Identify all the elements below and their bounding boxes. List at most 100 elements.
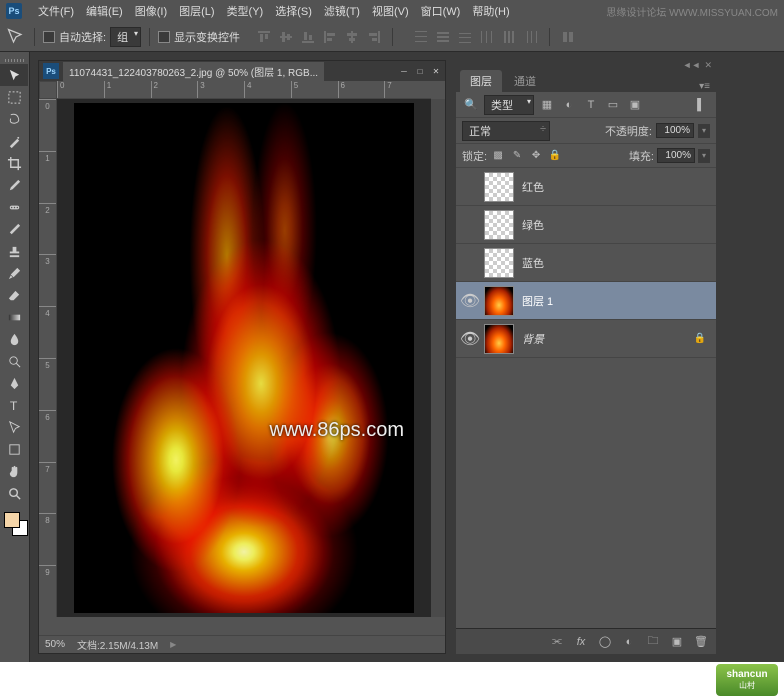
filter-toggle-icon[interactable]: ▌ (692, 96, 710, 114)
layer-name[interactable]: 图层 1 (522, 293, 553, 309)
filter-pixel-icon[interactable]: ▦ (538, 96, 556, 114)
canvas[interactable]: www.86ps.com (74, 103, 414, 613)
visibility-toggle[interactable]: 👁 (460, 291, 480, 311)
type-tool[interactable]: T (0, 394, 28, 416)
dist-hcenter-icon[interactable] (499, 27, 519, 47)
history-brush-tool[interactable] (0, 262, 28, 284)
crop-tool[interactable] (0, 152, 28, 174)
dist-left-icon[interactable] (477, 27, 497, 47)
lock-all-icon[interactable]: 🔒 (547, 148, 563, 164)
move-tool-preset-icon[interactable] (6, 27, 26, 47)
dist-top-icon[interactable] (411, 27, 431, 47)
gradient-tool[interactable] (0, 306, 28, 328)
filter-kind-dropdown[interactable]: 类型 (484, 95, 534, 115)
new-layer-icon[interactable]: ▣ (666, 632, 688, 652)
auto-align-icon[interactable] (558, 27, 578, 47)
lock-pixels-icon[interactable]: ✎ (509, 148, 525, 164)
document-tab[interactable]: 11074431_122403780263_2.jpg @ 50% (图层 1,… (63, 62, 324, 81)
align-right-icon[interactable] (364, 27, 384, 47)
layer-name[interactable]: 背景 (522, 331, 544, 347)
menu-edit[interactable]: 编辑(E) (80, 3, 129, 19)
fg-color-swatch[interactable] (4, 512, 20, 528)
vertical-scrollbar[interactable] (431, 99, 445, 617)
show-transform-checkbox[interactable] (158, 31, 170, 43)
ruler-origin[interactable] (39, 81, 57, 99)
menu-type[interactable]: 类型(Y) (221, 3, 270, 19)
layer-thumbnail[interactable] (484, 286, 514, 316)
shape-tool[interactable] (0, 438, 28, 460)
lasso-tool[interactable] (0, 108, 28, 130)
dist-right-icon[interactable] (521, 27, 541, 47)
blend-mode-dropdown[interactable]: 正常 (462, 121, 550, 141)
color-swatches[interactable] (0, 510, 29, 540)
delete-layer-icon[interactable]: 🗑 (690, 632, 712, 652)
layer-mask-icon[interactable]: ◯ (594, 632, 616, 652)
menu-window[interactable]: 窗口(W) (415, 3, 467, 19)
blur-tool[interactable] (0, 328, 28, 350)
filter-adjust-icon[interactable]: ◐ (560, 96, 578, 114)
lock-position-icon[interactable]: ✥ (528, 148, 544, 164)
layer-row[interactable]: 红色 (456, 168, 716, 206)
adjustment-layer-icon[interactable]: ◐ (618, 632, 640, 652)
layer-name[interactable]: 红色 (522, 179, 544, 195)
heal-tool[interactable] (0, 196, 28, 218)
doc-minimize-button[interactable]: ─ (397, 65, 411, 77)
filter-smart-icon[interactable]: ▣ (626, 96, 644, 114)
menu-file[interactable]: 文件(F) (32, 3, 80, 19)
eraser-tool[interactable] (0, 284, 28, 306)
doc-close-button[interactable]: ✕ (429, 65, 443, 77)
menu-view[interactable]: 视图(V) (366, 3, 415, 19)
doc-maximize-button[interactable]: □ (413, 65, 427, 77)
ruler-horizontal[interactable]: 0 1 2 3 4 5 6 7 (57, 81, 431, 99)
move-tool[interactable] (0, 64, 28, 86)
dodge-tool[interactable] (0, 350, 28, 372)
filter-type-icon[interactable]: T (582, 96, 600, 114)
layer-thumbnail[interactable] (484, 248, 514, 278)
layer-row[interactable]: 👁 背景 🔒 (456, 320, 716, 358)
fill-arrow-icon[interactable]: ▾ (698, 149, 710, 163)
align-bottom-icon[interactable] (298, 27, 318, 47)
stamp-tool[interactable] (0, 240, 28, 262)
layer-thumbnail[interactable] (484, 210, 514, 240)
align-left-icon[interactable] (320, 27, 340, 47)
panel-close-icon[interactable]: ✕ (704, 60, 712, 71)
menu-help[interactable]: 帮助(H) (466, 3, 515, 19)
layer-thumbnail[interactable] (484, 324, 514, 354)
menu-layer[interactable]: 图层(L) (173, 3, 220, 19)
doc-size[interactable]: 文档:2.15M/4.13M (77, 637, 158, 652)
dist-bottom-icon[interactable] (455, 27, 475, 47)
canvas-area[interactable]: www.86ps.com (57, 99, 431, 617)
link-layers-icon[interactable]: ⫘ (546, 632, 568, 652)
marquee-tool[interactable] (0, 86, 28, 108)
panel-menu-icon[interactable]: ▾≡ (693, 81, 716, 92)
auto-select-dropdown[interactable]: 组 (110, 27, 141, 47)
filter-search-icon[interactable]: 🔍 (462, 96, 480, 114)
toolbar-grip[interactable] (0, 56, 29, 64)
layer-group-icon[interactable]: 🗀 (642, 632, 664, 652)
align-top-icon[interactable] (254, 27, 274, 47)
menu-image[interactable]: 图像(I) (129, 3, 173, 19)
brush-tool[interactable] (0, 218, 28, 240)
panel-collapse-icon[interactable]: ◄◄ (683, 60, 701, 70)
eyedropper-tool[interactable] (0, 174, 28, 196)
lock-transparent-icon[interactable]: ▩ (490, 148, 506, 164)
zoom-tool[interactable] (0, 482, 28, 504)
layer-name[interactable]: 绿色 (522, 217, 544, 233)
layer-row[interactable]: 蓝色 (456, 244, 716, 282)
dist-vcenter-icon[interactable] (433, 27, 453, 47)
tab-channels[interactable]: 通道 (504, 70, 546, 92)
menu-select[interactable]: 选择(S) (269, 3, 318, 19)
auto-select-checkbox[interactable] (43, 31, 55, 43)
filter-shape-icon[interactable]: ▭ (604, 96, 622, 114)
wand-tool[interactable] (0, 130, 28, 152)
align-vcenter-icon[interactable] (276, 27, 296, 47)
opacity-input[interactable]: 100% (656, 123, 694, 138)
ruler-vertical[interactable]: 0 1 2 3 4 5 6 7 8 9 (39, 99, 57, 617)
layer-row[interactable]: 👁 图层 1 (456, 282, 716, 320)
align-hcenter-icon[interactable] (342, 27, 362, 47)
layer-thumbnail[interactable] (484, 172, 514, 202)
path-select-tool[interactable] (0, 416, 28, 438)
hand-tool[interactable] (0, 460, 28, 482)
status-arrow-icon[interactable]: ▶ (170, 640, 176, 649)
layer-name[interactable]: 蓝色 (522, 255, 544, 271)
